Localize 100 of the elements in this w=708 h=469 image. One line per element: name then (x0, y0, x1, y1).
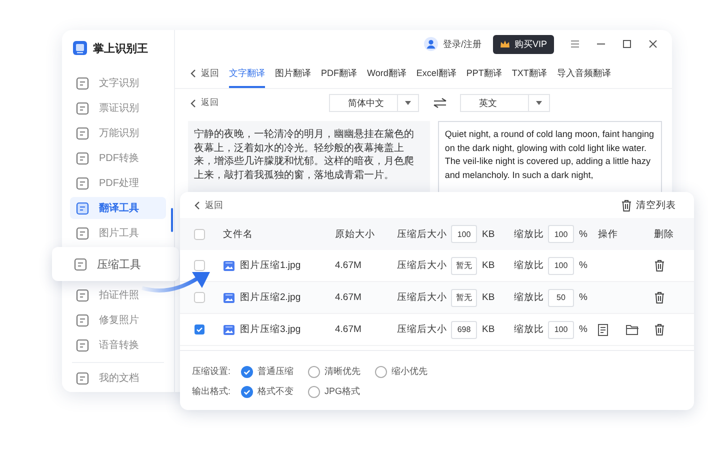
field-label: 缩放比 (514, 291, 544, 304)
unit-label: % (579, 292, 588, 303)
swap-icon[interactable] (433, 98, 447, 108)
unit-label: % (579, 228, 588, 240)
language-select[interactable]: 英文 (460, 94, 550, 112)
sidebar-item[interactable]: 修复照片 (70, 309, 166, 331)
unit-label: KB (482, 228, 495, 240)
unit-label: KB (482, 324, 495, 335)
document-icon (74, 258, 87, 270)
maximize-icon[interactable] (622, 39, 632, 49)
scale-input[interactable]: 100 (548, 320, 574, 338)
trash-icon[interactable] (654, 323, 665, 336)
setting-label: 输出格式: (192, 385, 231, 398)
tab[interactable]: 导入音频翻译 (556, 58, 611, 88)
document-icon[interactable] (598, 324, 608, 336)
document-icon (76, 126, 89, 140)
image-file-icon (223, 292, 235, 304)
caret-icon (405, 101, 411, 105)
field-label: 缩放比 (514, 323, 544, 336)
sidebar-item[interactable]: 图片工具 (70, 222, 166, 244)
sidebar-item[interactable]: 语音转换 (70, 334, 166, 356)
document-icon (76, 314, 89, 326)
radio-button[interactable] (308, 366, 320, 378)
radio-button[interactable] (240, 386, 253, 398)
column-header: 压缩后大小 (397, 228, 447, 240)
chevron-left-icon (190, 68, 196, 78)
radio-button[interactable] (308, 386, 320, 398)
unit-label: KB (482, 260, 495, 271)
tab[interactable]: Word翻译 (367, 58, 406, 88)
column-header: 原始大小 (335, 228, 375, 240)
document-icon (76, 338, 89, 352)
sidebar-item[interactable]: PDF转换 (70, 147, 166, 169)
unit-label: % (579, 260, 588, 271)
scale-input[interactable]: 50 (548, 288, 574, 306)
radio-button[interactable] (240, 366, 253, 378)
size-input[interactable]: 暂无 (451, 256, 477, 274)
scale-input[interactable]: 100 (548, 256, 574, 274)
language-select[interactable]: 简体中文 (329, 94, 419, 112)
size-input[interactable]: 暂无 (451, 288, 477, 306)
tab[interactable]: PDF翻译 (321, 58, 357, 88)
document-icon (76, 176, 89, 190)
sidebar-item[interactable]: 文字识别 (70, 72, 166, 94)
unit-label: % (579, 324, 588, 335)
close-icon[interactable] (648, 39, 658, 49)
radio-option[interactable]: 格式不变 (240, 385, 294, 398)
radio-option[interactable]: 清晰优先 (308, 365, 361, 378)
scrollbar (171, 208, 173, 232)
trash-icon[interactable] (654, 291, 665, 304)
chevron-left-icon (190, 98, 196, 108)
folder-icon[interactable] (626, 324, 639, 335)
radio-option[interactable]: 普通压缩 (240, 365, 294, 378)
radio-option[interactable]: 缩小优先 (374, 365, 428, 378)
back-button[interactable]: 返回 (190, 97, 219, 109)
unit-label: KB (482, 292, 495, 303)
user-avatar-icon (424, 37, 438, 51)
field-label: 压缩后大小 (397, 291, 447, 304)
column-header: 操作 (598, 228, 618, 240)
tab[interactable]: TXT翻译 (512, 58, 547, 88)
back-button[interactable]: 返回 (190, 66, 219, 80)
radio-button[interactable] (374, 366, 387, 378)
app-title: 掌上识别王 (93, 42, 148, 56)
column-header: 文件名 (223, 228, 253, 240)
file-size: 4.67M (335, 260, 362, 271)
document-icon (76, 288, 89, 302)
sidebar-item[interactable]: PDF处理 (70, 172, 166, 194)
menu-icon[interactable] (570, 39, 580, 49)
radio-option[interactable]: JPG格式 (308, 385, 360, 398)
checkbox[interactable] (194, 260, 205, 271)
field-label: 缩放比 (514, 259, 544, 272)
file-name: 图片压缩1.jpg (240, 259, 301, 272)
scale-input[interactable]: 100 (548, 225, 574, 243)
checkbox[interactable] (194, 292, 205, 303)
back-button[interactable]: 返回 (194, 198, 223, 212)
vip-button[interactable]: 购买VIP (493, 34, 554, 54)
checkbox[interactable] (194, 228, 205, 240)
trash-icon[interactable] (654, 259, 665, 272)
checkbox[interactable] (194, 324, 205, 335)
sidebar-item[interactable]: 万能识别 (70, 122, 166, 144)
sidebar-item[interactable]: 我的文档 (70, 367, 166, 389)
file-name: 图片压缩3.jpg (240, 323, 301, 336)
chevron-left-icon (194, 200, 200, 210)
clear-list-button[interactable]: 清空列表 (621, 198, 676, 212)
sidebar-item[interactable]: 拍证件照 (70, 284, 166, 306)
column-header: 删除 (654, 228, 674, 240)
column-header: 缩放比 (514, 228, 544, 240)
tab[interactable]: 图片翻译 (275, 58, 311, 88)
sidebar-item[interactable]: 票证识别 (70, 97, 166, 119)
sidebar-item[interactable]: 压缩工具 (52, 247, 179, 281)
image-file-icon (223, 260, 235, 272)
size-input[interactable]: 100 (451, 225, 477, 243)
sidebar-item[interactable]: 翻译工具 (70, 197, 166, 219)
login-link[interactable]: 登录/注册 (424, 37, 482, 51)
document-icon (76, 372, 89, 384)
size-input[interactable]: 698 (451, 320, 477, 338)
field-label: 压缩后大小 (397, 323, 447, 336)
tab[interactable]: 文字翻译 (229, 58, 265, 88)
tab[interactable]: Excel翻译 (416, 58, 456, 88)
document-icon (76, 226, 89, 240)
tab[interactable]: PPT翻译 (466, 58, 502, 88)
image-file-icon (223, 324, 235, 336)
